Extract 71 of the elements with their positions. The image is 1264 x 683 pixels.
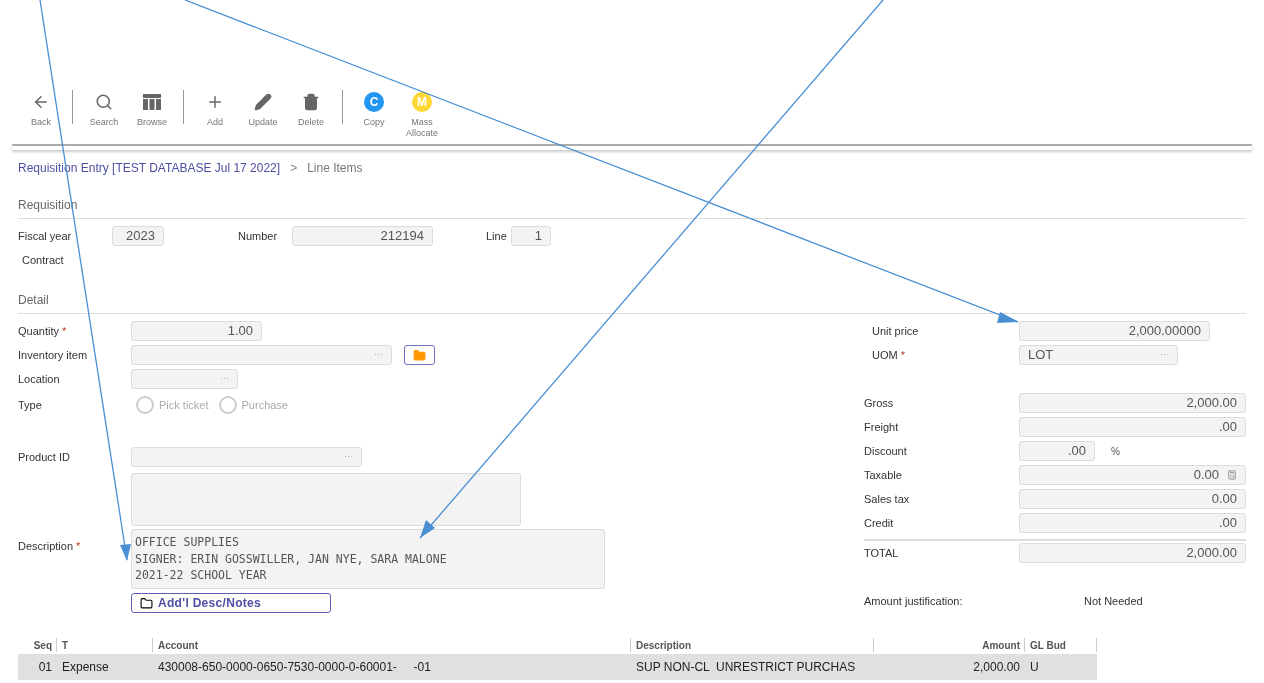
field-label: Location: [18, 371, 61, 387]
field-label: Type: [18, 397, 43, 413]
input-field[interactable]: 1: [511, 226, 551, 246]
input-field[interactable]: 2,000.00: [1019, 543, 1246, 563]
justification-value: Not Needed: [1084, 593, 1143, 609]
field-label: Credit: [864, 515, 895, 531]
input-field[interactable]: .00: [1019, 417, 1246, 437]
table-cell-text: 01: [38, 659, 52, 676]
field-label: Product ID: [18, 449, 71, 465]
field-label: Inventory item: [18, 347, 89, 363]
plus-icon: [206, 93, 224, 111]
folder-icon: [413, 348, 426, 362]
field-label: Sales tax: [864, 491, 911, 507]
field-label: Contract: [22, 252, 64, 268]
table-cell-text: U: [1030, 659, 1039, 676]
field-label: Line: [486, 228, 508, 244]
lookup-field[interactable]: LOT ···: [1019, 345, 1178, 365]
breadcrumb-separator: >: [290, 160, 298, 177]
breadcrumb-current: Line Items: [307, 160, 363, 177]
field-label: Taxable: [864, 467, 903, 483]
search-icon: [95, 93, 113, 111]
input-field[interactable]: .00: [1019, 441, 1095, 461]
field-label: TOTAL: [864, 545, 900, 561]
percent-sign: %: [1111, 444, 1120, 459]
letter-icon: M: [412, 92, 432, 112]
field-label: UOM *: [871, 347, 906, 363]
input-field[interactable]: 2023: [112, 226, 164, 246]
field-label: Amount justification:: [864, 593, 964, 609]
field-label: Number: [238, 228, 279, 244]
toolbar-button[interactable]: Add: [191, 84, 239, 128]
field-label: Unit price: [871, 323, 920, 339]
field-label: Gross: [864, 395, 895, 411]
toolbar-button[interactable]: Browse: [128, 84, 176, 128]
input-field[interactable]: 2,000.00000: [1019, 321, 1210, 341]
column-header: T: [62, 638, 69, 653]
toolbar-button[interactable]: Back: [17, 84, 65, 128]
toolbar-button[interactable]: M Mass Allocate: [398, 84, 446, 139]
field-label: Quantity *: [18, 323, 68, 339]
toolbar-button[interactable]: Update: [239, 84, 287, 128]
section-title: Detail: [18, 293, 49, 307]
field-label: Fiscal year: [18, 228, 73, 244]
table-cell-text: SUP NON-CL UNRESTRICT PURCHAS: [636, 659, 856, 676]
folder-icon: [140, 596, 153, 610]
table-icon: [143, 94, 161, 110]
column-header: Account: [158, 638, 198, 653]
toolbar-button[interactable]: Delete: [287, 84, 335, 128]
column-header: Amount: [982, 638, 1020, 653]
field-label: Description *: [18, 540, 81, 552]
input-field[interactable]: 1.00: [131, 321, 262, 341]
folder-button[interactable]: [404, 345, 435, 365]
pencil-icon: [254, 93, 272, 111]
input-field[interactable]: 212194: [292, 226, 433, 246]
toolbar-button[interactable]: Search: [80, 84, 128, 128]
table-row[interactable]: 01 Expense 430008-650-0000-0650-7530-0000-0-60001- -01 SUP NON-CL UNRESTRICT PURCHAS 2,000.00 U: [18, 654, 1097, 680]
column-header: GL Bud: [1030, 638, 1066, 653]
description-text-area[interactable]: OFFICE SUPPLIES SIGNER: ERIN GOSSWILLER, JAN NYE, SARA MALONE 2021-22 SCHOOL YEAR: [131, 529, 605, 589]
trash-icon: [302, 93, 320, 111]
input-field[interactable]: .00: [1019, 513, 1246, 533]
table-cell-text: Expense: [62, 659, 109, 676]
column-header: Seq: [33, 638, 52, 653]
letter-icon: C: [364, 92, 384, 112]
toolbar-button[interactable]: C Copy: [350, 84, 398, 128]
table-cell-text: 2,000.00: [973, 659, 1020, 676]
field-label: Discount: [864, 443, 908, 459]
field-label: Freight: [864, 419, 900, 435]
column-header: Description: [636, 638, 691, 653]
input-field[interactable]: 0.00: [1019, 465, 1246, 485]
input-field[interactable]: 0.00: [1019, 489, 1246, 509]
notes-button[interactable]: Add'l Desc/Notes: [131, 593, 331, 613]
table-cell-text: 430008-650-0000-0650-7530-0000-0-60001- -01: [158, 659, 431, 676]
input-field[interactable]: 2,000.00: [1019, 393, 1246, 413]
